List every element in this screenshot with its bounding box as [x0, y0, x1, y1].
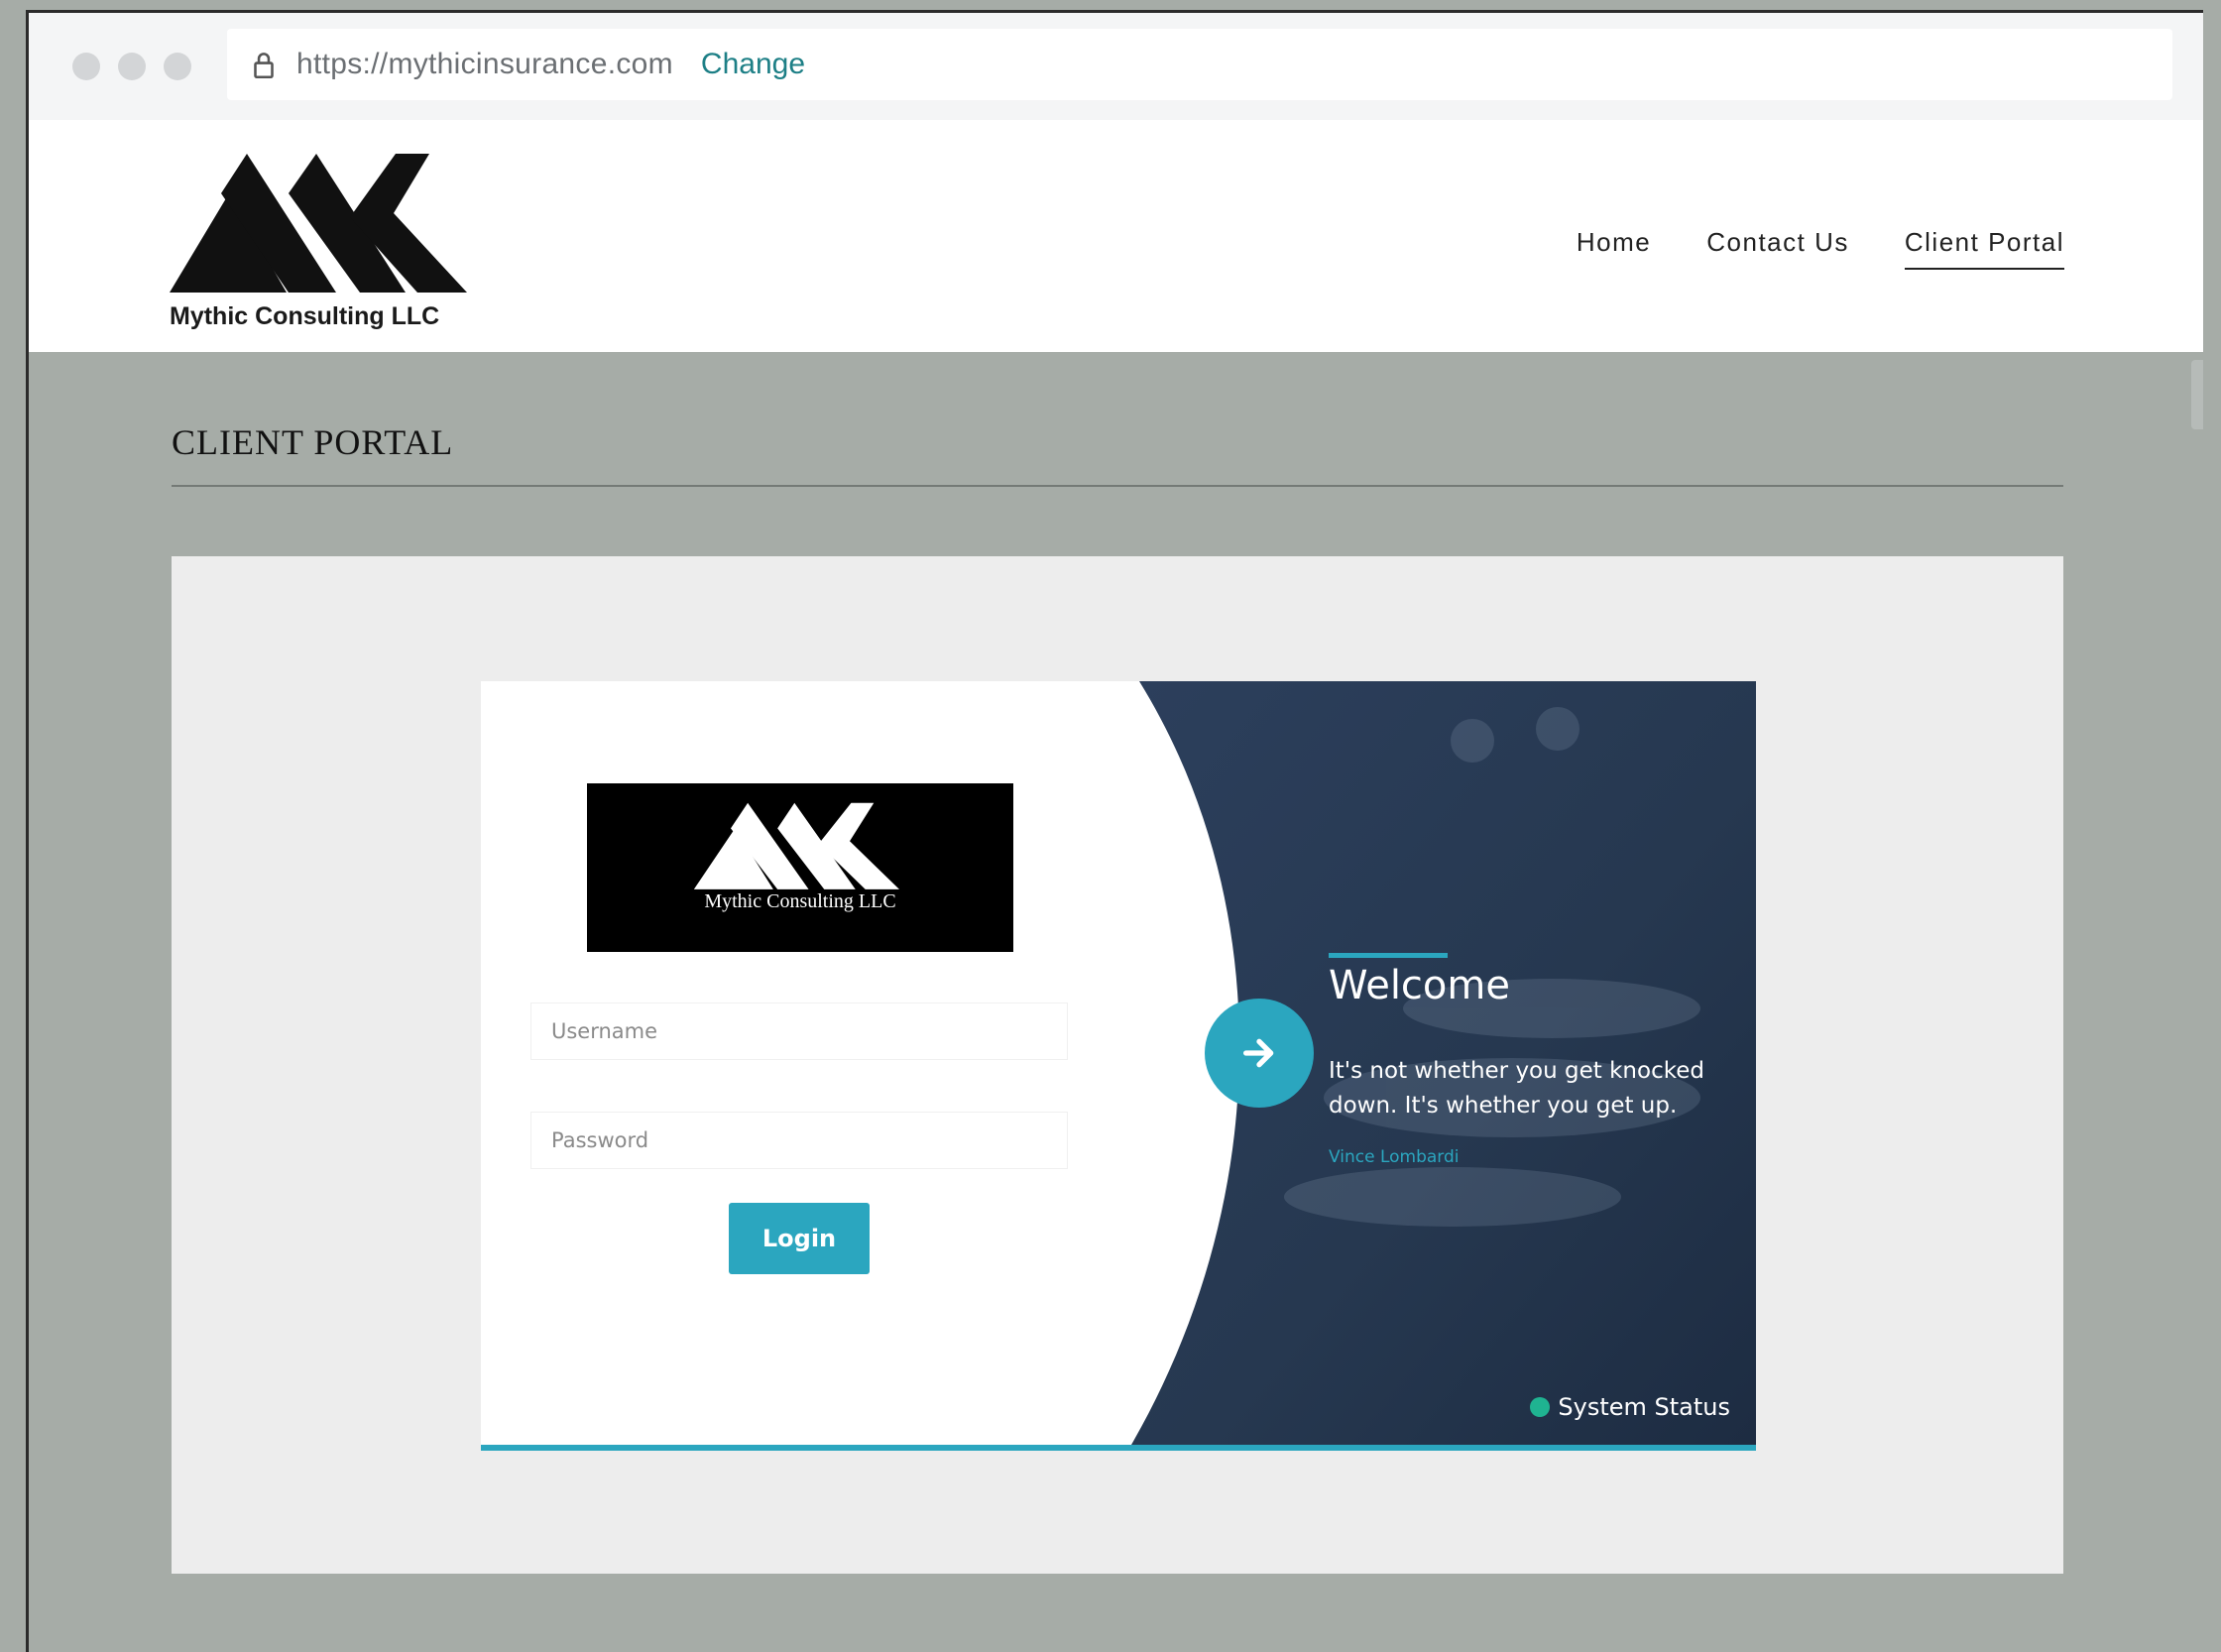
page-title: CLIENT PORTAL	[172, 422, 454, 462]
browser-toolbar: https://mythicinsurance.com Change	[29, 13, 2203, 120]
arrow-right-icon	[1243, 1038, 1274, 1068]
maximize-window-dot[interactable]	[164, 53, 191, 80]
close-window-dot[interactable]	[72, 53, 100, 80]
brand-logo[interactable]	[170, 154, 467, 293]
quote-author: Vince Lombardi	[1329, 1147, 1460, 1167]
minimize-window-dot[interactable]	[118, 53, 146, 80]
login-card: Mythic Consulting LLC Login Welcome It's…	[481, 681, 1756, 1451]
nav-client-portal[interactable]: Client Portal	[1904, 227, 2064, 270]
welcome-quote: It's not whether you get knocked down. I…	[1329, 1058, 1704, 1119]
window-controls	[72, 53, 191, 80]
arrow-button[interactable]	[1205, 999, 1314, 1108]
main-nav: Home Contact Us Client Portal	[1577, 227, 2064, 270]
welcome-accent-bar	[1329, 953, 1448, 958]
change-url-link[interactable]: Change	[701, 48, 805, 81]
url-text[interactable]: https://mythicinsurance.com	[296, 48, 673, 81]
lock-icon	[254, 53, 274, 79]
welcome-title: Welcome	[1329, 963, 1510, 1008]
card-logo-mark	[693, 802, 899, 889]
content-panel: Mythic Consulting LLC Login Welcome It's…	[172, 556, 2063, 1574]
system-status-label: System Status	[1558, 1393, 1730, 1421]
nav-contact-us[interactable]: Contact Us	[1706, 227, 1849, 270]
browser-window: https://mythicinsurance.com Change Mythi…	[26, 10, 2203, 1652]
site-header: Mythic Consulting LLC Home Contact Us Cl…	[29, 120, 2203, 352]
status-indicator-icon	[1530, 1397, 1551, 1417]
brand-name: Mythic Consulting LLC	[170, 302, 440, 330]
username-input[interactable]	[530, 1003, 1068, 1060]
system-status[interactable]: System Status	[1530, 1393, 1730, 1421]
nav-home[interactable]: Home	[1577, 227, 1651, 270]
login-button[interactable]: Login	[729, 1203, 870, 1274]
scrollbar[interactable]	[2191, 360, 2203, 429]
title-divider	[172, 485, 2063, 487]
address-bar[interactable]: https://mythicinsurance.com Change	[227, 29, 2172, 100]
card-logo-text: Mythic Consulting LLC	[704, 890, 896, 912]
card-logo: Mythic Consulting LLC	[587, 783, 1013, 952]
password-input[interactable]	[530, 1112, 1068, 1169]
